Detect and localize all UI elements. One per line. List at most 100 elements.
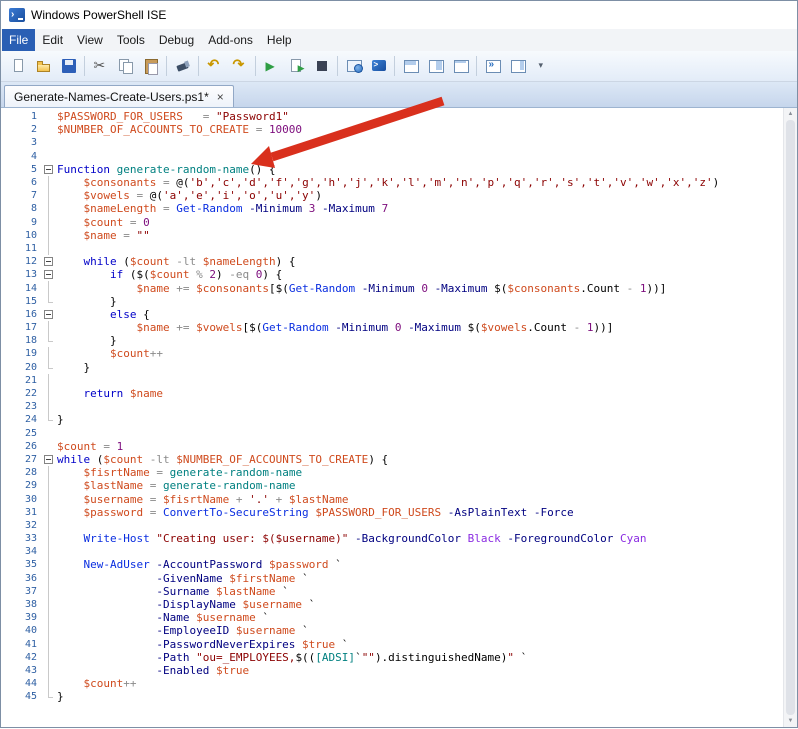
- line-number: 30: [24, 493, 37, 505]
- code-line: 8 $nameLength = Get-Random -Minimum 3 -M…: [1, 202, 783, 216]
- start-powershell-icon: [371, 58, 387, 74]
- code-line: 24 }: [1, 413, 783, 426]
- stop-button[interactable]: [309, 54, 334, 78]
- show-command-icon: [485, 58, 501, 74]
- line-number: 40: [24, 625, 37, 637]
- line-number: 8: [30, 203, 37, 215]
- line-number: 9: [30, 216, 37, 228]
- line-number: 43: [24, 664, 37, 676]
- clear-console-button[interactable]: [170, 54, 195, 78]
- stop-icon: [314, 58, 330, 74]
- code-line: 43 -Enabled $true: [1, 663, 783, 678]
- new-remote-tab-button[interactable]: [341, 54, 366, 78]
- code-line: 16 else {: [1, 308, 783, 321]
- fold-column: [42, 400, 55, 414]
- fold-column: [42, 545, 55, 559]
- menu-tools[interactable]: Tools: [110, 29, 152, 51]
- line-number: 23: [24, 401, 37, 413]
- fold-column: [42, 202, 55, 216]
- open-script-button[interactable]: [31, 54, 56, 78]
- copy-button[interactable]: [113, 54, 138, 78]
- paste-button[interactable]: [138, 54, 163, 78]
- fold-toggle[interactable]: [42, 453, 55, 466]
- code-line: 33 Write-Host "Creating user: $($usernam…: [1, 532, 783, 546]
- code-text: $count++: [109, 347, 163, 361]
- run-script-icon: [264, 58, 280, 74]
- fold-toggle[interactable]: [42, 308, 55, 321]
- line-number: 19: [24, 348, 37, 360]
- code-text: }: [57, 413, 64, 427]
- show-command-button[interactable]: [480, 54, 505, 78]
- fold-column: [42, 386, 55, 401]
- fold-toggle[interactable]: [42, 255, 55, 268]
- line-number: 35: [24, 559, 37, 571]
- code-text: $name += $consonants[$(Get-Random -Minim…: [136, 281, 667, 295]
- code-text: while ($count -lt $nameLength) {: [83, 255, 296, 269]
- new-remote-tab-icon: [346, 58, 363, 74]
- code-text: $count = 1: [57, 439, 124, 453]
- fold-column: [42, 241, 55, 256]
- run-selection-button[interactable]: [284, 54, 309, 78]
- code-line: 22 return $name: [1, 386, 783, 401]
- code-text: $password = ConvertTo-SecureString $PASS…: [83, 505, 574, 519]
- fold-column: [42, 479, 55, 493]
- fold-column: [42, 690, 55, 703]
- pane-top-button[interactable]: [398, 54, 423, 78]
- new-script-button[interactable]: [6, 54, 31, 78]
- scroll-down-icon[interactable]: ▼: [788, 717, 794, 725]
- line-number: 16: [24, 308, 37, 320]
- copy-icon: [118, 58, 134, 74]
- menu-view[interactable]: View: [70, 29, 110, 51]
- pane-right-button[interactable]: [423, 54, 448, 78]
- code-line: 1 $PASSWORD_FOR_USERS = "Password1": [1, 110, 783, 123]
- fold-column: [42, 584, 55, 599]
- code-line: 2 $NUMBER_OF_ACCOUNTS_TO_CREATE = 10000: [1, 123, 783, 136]
- toolbar-separator: [166, 56, 167, 76]
- scroll-up-icon[interactable]: ▲: [788, 110, 794, 118]
- toolbar-separator: [337, 56, 338, 76]
- fold-column: [42, 518, 55, 533]
- menu-edit[interactable]: Edit: [35, 29, 70, 51]
- tab-label: Generate-Names-Create-Users.ps1*: [14, 89, 209, 104]
- code-line: 44 $count++: [1, 677, 783, 691]
- code-line: 9 $count = 0: [1, 215, 783, 229]
- tab-close-button[interactable]: ×: [217, 91, 224, 103]
- fold-column: [42, 466, 55, 480]
- fold-column: [42, 294, 55, 308]
- fold-column: [42, 611, 55, 625]
- pane-max-button[interactable]: [448, 54, 473, 78]
- fold-column: [42, 136, 55, 149]
- vertical-scrollbar[interactable]: ▲ ▼: [783, 108, 797, 727]
- line-number: 1: [30, 111, 37, 123]
- scrollbar-thumb[interactable]: [786, 120, 795, 715]
- code-text: -EmployeeID $username `: [156, 624, 309, 638]
- menu-file[interactable]: File: [2, 29, 36, 51]
- tab-generate-names-create-users[interactable]: Generate-Names-Create-Users.ps1* ×: [4, 85, 234, 107]
- code-text: -Name $username `: [156, 611, 269, 625]
- menu-help[interactable]: Help: [260, 29, 299, 51]
- line-number: 12: [24, 256, 37, 268]
- menu-addons[interactable]: Add-ons: [201, 29, 260, 51]
- save-script-button[interactable]: [56, 54, 81, 78]
- toolbar-overflow-button[interactable]: [530, 54, 555, 78]
- run-script-button[interactable]: [259, 54, 284, 78]
- code-text: Function generate-random-name() {: [57, 162, 276, 176]
- fold-toggle[interactable]: [42, 268, 55, 281]
- code-line: 10 $name = "": [1, 228, 783, 243]
- toolbar-separator: [255, 56, 256, 76]
- code-text: $NUMBER_OF_ACCOUNTS_TO_CREATE = 10000: [57, 123, 303, 137]
- cut-button[interactable]: [88, 54, 113, 78]
- code-line: 11: [1, 241, 783, 256]
- menu-debug[interactable]: Debug: [152, 29, 201, 51]
- undo-button[interactable]: [202, 54, 227, 78]
- fold-column: [42, 427, 55, 440]
- redo-button[interactable]: [227, 54, 252, 78]
- show-command-addon-button[interactable]: [505, 54, 530, 78]
- code-line: 19 $count++: [1, 347, 783, 361]
- toolbar-separator: [394, 56, 395, 76]
- start-powershell-button[interactable]: [366, 54, 391, 78]
- code-line: 40 -EmployeeID $username `: [1, 624, 783, 638]
- script-editor[interactable]: 1 $PASSWORD_FOR_USERS = "Password1" 2 $N…: [1, 108, 797, 727]
- fold-toggle[interactable]: [42, 163, 55, 176]
- window-title: Windows PowerShell ISE: [31, 8, 167, 22]
